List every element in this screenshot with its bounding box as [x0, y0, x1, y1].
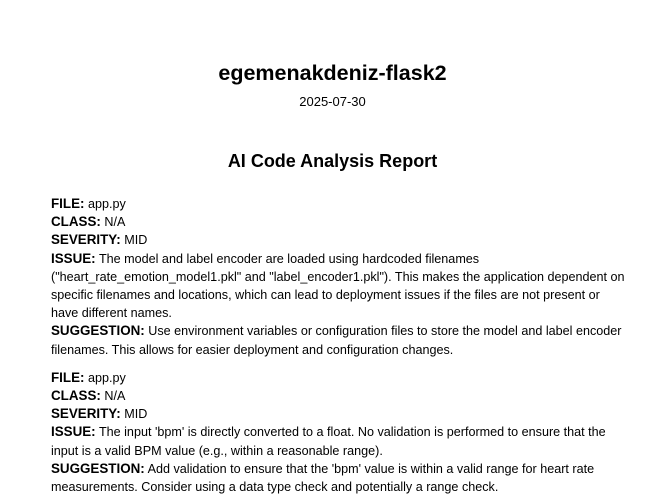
report-page: egemenakdeniz-flask2 2025-07-30 AI Code … [0, 0, 665, 503]
file-label: FILE: [51, 369, 85, 385]
issue-text: The model and label encoder are loaded u… [51, 251, 625, 321]
suggestion-label: SUGGESTION: [51, 323, 145, 339]
severity-value: MID [124, 407, 148, 422]
file-value: app.py [87, 197, 126, 211]
file-value: app.py [87, 370, 126, 385]
class-label: CLASS: [51, 388, 101, 404]
issue-text: The input 'bpm' is directly converted to… [51, 425, 606, 458]
repo-title: egemenakdeniz-flask2 [218, 61, 447, 85]
findings-list: FILE: app.py CLASS: N/A SEVERITY: MID IS… [51, 195, 626, 503]
finding-item: FILE: app.py CLASS: N/A SEVERITY: MID IS… [51, 369, 626, 496]
finding-class-line: CLASS: N/A [51, 213, 626, 231]
issue-label: ISSUE: [51, 250, 96, 266]
finding-severity-line: SEVERITY: MID [51, 405, 626, 423]
finding-issue-line: ISSUE: The input 'bpm' is directly conve… [51, 423, 626, 459]
severity-label: SEVERITY: [51, 406, 121, 422]
finding-suggestion-line: SUGGESTION: Add validation to ensure tha… [51, 460, 626, 496]
class-value: N/A [104, 215, 126, 230]
report-date: 2025-07-30 [299, 94, 366, 109]
finding-suggestion-line: SUGGESTION: Use environment variables or… [51, 322, 626, 358]
issue-label: ISSUE: [51, 424, 96, 440]
report-title: AI Code Analysis Report [227, 151, 438, 171]
severity-label: SEVERITY: [51, 232, 121, 248]
class-value: N/A [104, 389, 126, 404]
suggestion-label: SUGGESTION: [51, 460, 145, 476]
severity-value: MID [124, 233, 148, 248]
finding-file-line: FILE: app.py [51, 195, 626, 213]
finding-item: FILE: app.py CLASS: N/A SEVERITY: MID IS… [51, 195, 626, 359]
file-label: FILE: [51, 196, 85, 211]
finding-issue-line: ISSUE: The model and label encoder are l… [51, 250, 626, 323]
finding-class-line: CLASS: N/A [51, 387, 626, 405]
finding-severity-line: SEVERITY: MID [51, 231, 626, 249]
class-label: CLASS: [51, 214, 101, 230]
finding-file-line: FILE: app.py [51, 369, 626, 387]
